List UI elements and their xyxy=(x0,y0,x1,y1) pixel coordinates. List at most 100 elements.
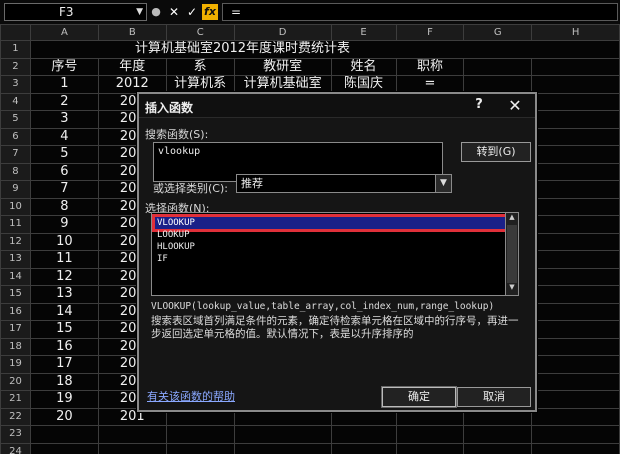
cell[interactable] xyxy=(531,407,620,426)
cell[interactable] xyxy=(531,197,620,216)
formula-input[interactable]: = xyxy=(222,3,618,21)
cell[interactable]: 姓名 xyxy=(330,57,397,76)
insert-function-button[interactable]: fx xyxy=(202,4,218,20)
cell[interactable] xyxy=(165,425,235,444)
row-header[interactable]: 1 xyxy=(0,40,31,59)
cell[interactable] xyxy=(531,215,620,234)
cell[interactable] xyxy=(531,75,620,94)
row-header[interactable]: 3 xyxy=(0,75,31,94)
cell[interactable]: 年度 xyxy=(97,57,167,76)
cell[interactable] xyxy=(531,442,620,454)
cell[interactable]: 16 xyxy=(29,337,99,356)
cell[interactable] xyxy=(531,372,620,391)
row-header[interactable]: 17 xyxy=(0,320,31,339)
cell[interactable]: 序号 xyxy=(29,57,99,76)
column-header[interactable]: F xyxy=(395,24,465,41)
cell[interactable] xyxy=(531,302,620,321)
column-header[interactable]: G xyxy=(463,24,533,41)
function-item-hlookup[interactable]: HLOOKUP xyxy=(155,241,513,253)
row-header[interactable]: 20 xyxy=(0,372,31,391)
cell[interactable]: 5 xyxy=(29,145,99,164)
row-header[interactable]: 2 xyxy=(0,57,31,76)
cell[interactable]: 20 xyxy=(29,407,99,426)
cell[interactable]: 12 xyxy=(29,267,99,286)
cell[interactable]: 计算机系 xyxy=(165,75,235,94)
cell[interactable] xyxy=(395,442,465,454)
sheet-title-cell[interactable]: 计算机基础室2012年度课时费统计表 xyxy=(29,40,620,59)
scroll-down-icon[interactable]: ▼ xyxy=(506,283,518,295)
row-header[interactable]: 18 xyxy=(0,337,31,356)
cell[interactable]: 18 xyxy=(29,372,99,391)
cell[interactable] xyxy=(97,442,167,454)
cell[interactable] xyxy=(463,75,533,94)
row-header[interactable]: 7 xyxy=(0,145,31,164)
chevron-down-icon[interactable]: ▼ xyxy=(136,4,143,20)
column-header[interactable]: E xyxy=(330,24,397,41)
cell[interactable]: 17 xyxy=(29,355,99,374)
cell[interactable]: 3 xyxy=(29,110,99,129)
grip-icon[interactable]: ● xyxy=(149,4,163,20)
go-button[interactable]: 转到(G) xyxy=(461,142,531,162)
cell[interactable] xyxy=(330,442,397,454)
cell[interactable] xyxy=(233,425,332,444)
name-box[interactable]: F3 ▼ xyxy=(4,3,147,21)
row-header[interactable]: 19 xyxy=(0,355,31,374)
cell[interactable] xyxy=(531,337,620,356)
row-header[interactable]: 8 xyxy=(0,162,31,181)
cell[interactable] xyxy=(531,127,620,146)
column-header[interactable]: A xyxy=(29,24,99,41)
cell[interactable]: 计算机基础室 xyxy=(233,75,332,94)
column-header[interactable]: H xyxy=(531,24,620,41)
cell[interactable] xyxy=(233,442,332,454)
cell[interactable]: 10 xyxy=(29,232,99,251)
cell[interactable] xyxy=(165,442,235,454)
cell[interactable]: 陈国庆 xyxy=(330,75,397,94)
row-header[interactable]: 9 xyxy=(0,180,31,199)
column-header[interactable]: D xyxy=(233,24,332,41)
cell[interactable] xyxy=(330,425,397,444)
cell[interactable] xyxy=(531,390,620,409)
row-header[interactable]: 16 xyxy=(0,302,31,321)
cell[interactable] xyxy=(463,442,533,454)
cell[interactable] xyxy=(531,320,620,339)
cell[interactable]: 15 xyxy=(29,320,99,339)
row-header[interactable]: 4 xyxy=(0,92,31,111)
scrollbar-thumb[interactable] xyxy=(507,225,517,283)
row-header[interactable]: 22 xyxy=(0,407,31,426)
cell[interactable] xyxy=(531,145,620,164)
function-item-if[interactable]: IF xyxy=(155,253,513,265)
cell[interactable] xyxy=(531,425,620,444)
cell[interactable]: 2 xyxy=(29,92,99,111)
cell[interactable] xyxy=(531,267,620,286)
cell[interactable]: = xyxy=(395,75,465,94)
function-item-lookup[interactable]: LOOKUP xyxy=(155,229,513,241)
cell[interactable] xyxy=(463,57,533,76)
function-help-link[interactable]: 有关该函数的帮助 xyxy=(147,388,235,404)
cancel-formula-button[interactable]: ✕ xyxy=(166,4,182,20)
row-header[interactable]: 10 xyxy=(0,197,31,216)
cell[interactable] xyxy=(531,180,620,199)
row-header[interactable]: 14 xyxy=(0,267,31,286)
row-header[interactable]: 21 xyxy=(0,390,31,409)
function-item-vlookup[interactable]: VLOOKUP xyxy=(152,214,516,232)
row-header[interactable]: 12 xyxy=(0,232,31,251)
help-icon[interactable]: ? xyxy=(470,97,488,115)
cell[interactable]: 1 xyxy=(29,75,99,94)
cell[interactable] xyxy=(29,425,99,444)
cell[interactable] xyxy=(463,425,533,444)
row-header[interactable]: 13 xyxy=(0,250,31,269)
cell[interactable]: 9 xyxy=(29,215,99,234)
cell[interactable] xyxy=(395,425,465,444)
row-header[interactable]: 5 xyxy=(0,110,31,129)
ok-button[interactable]: 确定 xyxy=(381,386,457,408)
cell[interactable]: 7 xyxy=(29,180,99,199)
cell[interactable]: 系 xyxy=(165,57,235,76)
cell[interactable]: 19 xyxy=(29,390,99,409)
cell[interactable] xyxy=(531,285,620,304)
cell[interactable]: 4 xyxy=(29,127,99,146)
row-header[interactable]: 15 xyxy=(0,285,31,304)
cell[interactable]: 13 xyxy=(29,285,99,304)
category-select[interactable]: 推荐 ▼ xyxy=(236,174,452,193)
close-icon[interactable]: ✕ xyxy=(505,96,525,116)
chevron-down-icon[interactable]: ▼ xyxy=(435,175,451,192)
